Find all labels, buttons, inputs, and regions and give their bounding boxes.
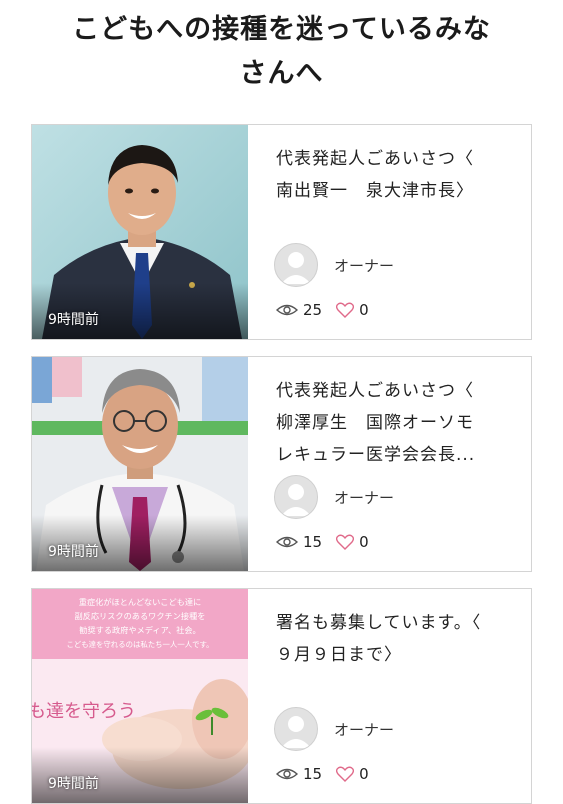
post-title-line: 署名も募集しています。〈 (276, 613, 482, 633)
post-card-1[interactable]: 9時間前 代表発起人ごあいさつ〈 南出賢一 泉大津市長〉 オーナー 25 0 (31, 124, 532, 340)
likes-stat[interactable]: 0 (336, 765, 369, 783)
author-name[interactable]: オーナー (334, 255, 394, 276)
views-stat: 25 (276, 301, 322, 319)
views-count: 15 (303, 533, 323, 551)
post-title-2[interactable]: 代表発起人ごあいさつ〈 柳澤厚生 国際オーソモ レキュラー医学会会長... (276, 375, 516, 471)
post-title-3[interactable]: 署名も募集しています。〈 ９月９日まで〉 (276, 607, 516, 671)
author-name[interactable]: オーナー (334, 487, 394, 508)
post-stats-3: 15 0 (276, 765, 383, 783)
post-title-1[interactable]: 代表発起人ごあいさつ〈 南出賢一 泉大津市長〉 (276, 143, 516, 207)
post-title-line: ９月９日まで〉 (276, 645, 402, 665)
likes-count: 0 (359, 301, 369, 319)
time-badge: 9時間前 (48, 776, 99, 792)
likes-count: 0 (359, 765, 369, 783)
post-thumbnail-1[interactable]: 9時間前 (32, 125, 248, 339)
eye-icon (276, 768, 298, 780)
post-stats-2: 15 0 (276, 533, 383, 551)
post-thumbnail-3[interactable]: 重症化がほとんどないこども達に 副反応リスクのあるワクチン接種を 勧奨する政府や… (32, 589, 248, 803)
avatar-icon[interactable] (274, 475, 318, 519)
views-stat: 15 (276, 765, 322, 783)
page-title-line1: こどもへの接種を迷っているみな (72, 14, 491, 45)
banner-text-line: 副反応リスクのあるワクチン接種を (74, 611, 205, 621)
post-author-1[interactable]: オーナー (274, 243, 394, 287)
time-badge: 9時間前 (48, 312, 99, 328)
banner-overlay-text: も達を守ろう (32, 701, 136, 722)
banner-text-line: こども達を守れるのは私たち一人一人です。 (66, 640, 213, 649)
likes-stat[interactable]: 0 (336, 301, 369, 319)
page-title: こどもへの接種を迷っているみな さんへ (0, 8, 563, 96)
eye-icon (276, 536, 298, 548)
time-badge: 9時間前 (48, 544, 99, 560)
banner-text-line: 勧奨する政府やメディア、社会。 (79, 625, 200, 635)
views-count: 15 (303, 765, 323, 783)
page-title-line2: さんへ (239, 58, 324, 89)
heart-icon[interactable] (336, 766, 355, 782)
likes-stat[interactable]: 0 (336, 533, 369, 551)
eye-icon (276, 304, 298, 316)
views-stat: 15 (276, 533, 322, 551)
avatar-icon[interactable] (274, 707, 318, 751)
post-card-3[interactable]: 重症化がほとんどないこども達に 副反応リスクのあるワクチン接種を 勧奨する政府や… (31, 588, 532, 804)
post-author-2[interactable]: オーナー (274, 475, 394, 519)
heart-icon[interactable] (336, 302, 355, 318)
post-title-line: レキュラー医学会会長... (276, 445, 476, 465)
post-card-2[interactable]: 9時間前 代表発起人ごあいさつ〈 柳澤厚生 国際オーソモ レキュラー医学会会長.… (31, 356, 532, 572)
post-author-3[interactable]: オーナー (274, 707, 394, 751)
heart-icon[interactable] (336, 534, 355, 550)
banner-text-line: 重症化がほとんどないこども達に (79, 597, 201, 607)
likes-count: 0 (359, 533, 369, 551)
views-count: 25 (303, 301, 323, 319)
avatar-icon[interactable] (274, 243, 318, 287)
post-title-line: 代表発起人ごあいさつ〈 (276, 149, 474, 169)
author-name[interactable]: オーナー (334, 719, 394, 740)
post-title-line: 南出賢一 泉大津市長〉 (276, 181, 474, 201)
post-title-line: 柳澤厚生 国際オーソモ (276, 413, 474, 433)
post-thumbnail-2[interactable]: 9時間前 (32, 357, 248, 571)
post-stats-1: 25 0 (276, 301, 383, 319)
post-title-line: 代表発起人ごあいさつ〈 (276, 381, 474, 401)
